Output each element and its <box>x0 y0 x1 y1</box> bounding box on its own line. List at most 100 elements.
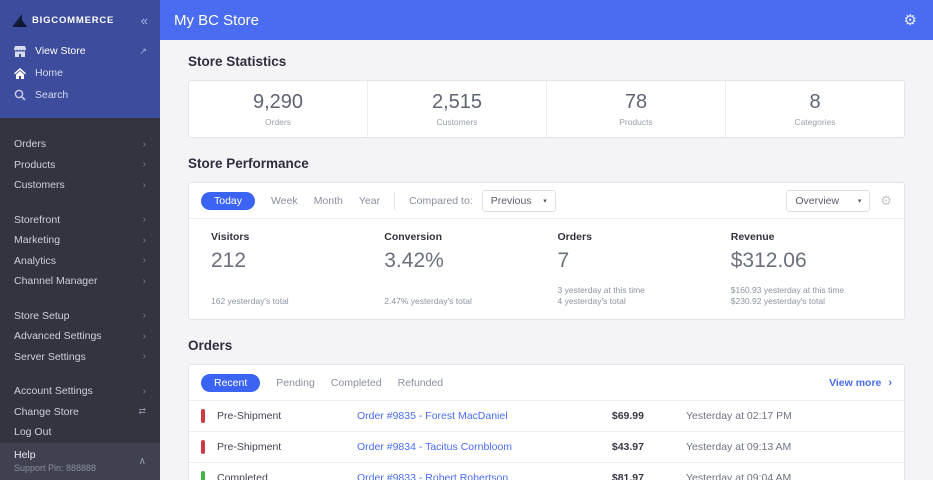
stat-label: Products <box>619 117 653 127</box>
order-link[interactable]: Order #9835 - Forest MacDaniel <box>357 410 582 422</box>
order-time: Yesterday at 09:13 AM <box>686 441 792 453</box>
metric-value: 212 <box>211 249 247 272</box>
order-link[interactable]: Order #9833 - Robert Robertson <box>357 472 582 480</box>
sidebar-item-home[interactable]: Home <box>0 62 160 84</box>
sidebar-item-orders[interactable]: Orders › <box>0 134 160 155</box>
sidebar-item-analytics[interactable]: Analytics › <box>0 251 160 272</box>
order-status: Pre-Shipment <box>217 441 282 453</box>
view-selector[interactable]: Overview ▾ <box>786 189 871 212</box>
store-title: My BC Store <box>174 11 260 29</box>
store-statistics-card: 9,290 Orders 2,515 Customers 78 Products… <box>188 80 905 138</box>
chevron-right-icon: › <box>142 214 146 226</box>
store-performance-title: Store Performance <box>188 156 309 171</box>
tab-year[interactable]: Year <box>359 195 380 207</box>
top-bar: My BC Store ⚙ <box>160 0 933 40</box>
tab-week[interactable]: Week <box>271 195 298 207</box>
metric-visitors: Visitors 212 162 yesterday's total <box>211 231 384 307</box>
sidebar-item-label: Products <box>14 158 56 171</box>
sidebar-item-marketing[interactable]: Marketing › <box>0 230 160 251</box>
chevron-right-icon: › <box>142 255 146 267</box>
chevron-up-icon: ∧ <box>138 455 146 467</box>
sidebar-item-server-settings[interactable]: Server Settings › <box>0 347 160 368</box>
nav-group-account: Account Settings › Change Store ⇄ Log Ou… <box>0 381 160 443</box>
chevron-right-icon: › <box>142 351 146 363</box>
sidebar-item-label: Marketing <box>14 234 61 247</box>
nav-group-commerce: Orders › Products › Customers › <box>0 134 160 196</box>
collapse-sidebar-icon[interactable]: « <box>141 13 148 28</box>
performance-settings-gear-icon[interactable]: ⚙ <box>880 193 892 209</box>
order-row: Pre-Shipment Order #9835 - Forest MacDan… <box>189 401 904 432</box>
status-badge <box>201 471 205 480</box>
tab-month[interactable]: Month <box>314 195 343 207</box>
store-statistics-title: Store Statistics <box>188 54 287 69</box>
chevron-right-icon: › <box>142 159 146 171</box>
stat-label: Orders <box>265 117 291 127</box>
tab-pending[interactable]: Pending <box>276 377 315 389</box>
orders-title: Orders <box>188 338 233 353</box>
sidebar-item-change-store[interactable]: Change Store ⇄ <box>0 402 160 423</box>
chevron-right-icon: › <box>142 234 146 246</box>
stat-value: 9,290 <box>252 91 304 113</box>
sidebar-item-advanced-settings[interactable]: Advanced Settings › <box>0 326 160 347</box>
bigcommerce-logo: BIGCOMMERCE <box>12 13 115 27</box>
status-badge <box>201 440 205 454</box>
sidebar-item-label: Server Settings <box>14 350 86 363</box>
sidebar-item-search[interactable]: Search <box>0 84 160 106</box>
order-price: $43.97 <box>611 441 644 453</box>
order-status: Pre-Shipment <box>217 410 282 422</box>
sidebar-item-label: Storefront <box>14 213 61 226</box>
chevron-right-icon: › <box>142 385 146 397</box>
metric-subtext <box>211 285 384 296</box>
chevron-right-icon: › <box>142 275 146 287</box>
metric-label: Conversion <box>384 231 443 243</box>
search-icon <box>13 89 26 101</box>
orders-card: Recent Pending Completed Refunded View m… <box>188 364 905 480</box>
sidebar-item-label: Home <box>35 67 64 79</box>
sidebar-item-label: View Store <box>35 45 86 57</box>
sidebar-nav: Orders › Products › Customers › Storefro… <box>0 118 160 443</box>
metric-value: 7 <box>557 249 570 272</box>
sidebar-item-view-store[interactable]: View Store ↗ <box>0 40 160 62</box>
order-row: Pre-Shipment Order #9834 - Tacitus Cornb… <box>189 432 904 463</box>
sidebar-item-log-out[interactable]: Log Out <box>0 422 160 443</box>
sidebar-item-products[interactable]: Products › <box>0 155 160 176</box>
sidebar-item-label: Customers <box>14 179 65 192</box>
metric-label: Orders <box>557 231 592 243</box>
tab-today[interactable]: Today <box>201 191 256 210</box>
settings-gear-icon[interactable]: ⚙ <box>904 13 917 28</box>
sidebar-item-label: Log Out <box>14 426 52 439</box>
sidebar: BIGCOMMERCE « View Store ↗ Home Search O… <box>0 0 160 480</box>
logo-text: BIGCOMMERCE <box>32 14 115 26</box>
view-more-link[interactable]: View more › <box>829 377 892 389</box>
swap-icon: ⇄ <box>138 406 146 417</box>
stat-value: 2,515 <box>431 91 483 113</box>
caret-down-icon: ▾ <box>543 197 547 205</box>
performance-toolbar: Today Week Month Year Compared to: Previ… <box>189 183 904 219</box>
tab-completed[interactable]: Completed <box>331 377 382 389</box>
sidebar-item-label: Advanced Settings <box>14 330 102 343</box>
logo-row: BIGCOMMERCE « <box>0 0 160 40</box>
metric-subtext: $160.93 yesterday at this time <box>730 285 845 295</box>
status-badge <box>201 409 205 423</box>
order-link[interactable]: Order #9834 - Tacitus Cornbloom <box>357 441 582 453</box>
tab-recent[interactable]: Recent <box>201 373 261 392</box>
sidebar-item-store-setup[interactable]: Store Setup › <box>0 306 160 327</box>
app-window: BIGCOMMERCE « View Store ↗ Home Search O… <box>0 0 933 480</box>
compared-to-select[interactable]: Previous ▾ <box>481 189 556 212</box>
chevron-right-icon: › <box>142 179 146 191</box>
stat-label: Categories <box>794 117 836 127</box>
sidebar-item-channel-manager[interactable]: Channel Manager › <box>0 271 160 292</box>
sidebar-top-section: BIGCOMMERCE « View Store ↗ Home Search <box>0 0 160 118</box>
support-pin: Support Pin: 888888 <box>14 463 97 473</box>
metric-subtext <box>384 285 557 296</box>
help-bar[interactable]: Help Support Pin: 888888 ∧ <box>0 443 160 480</box>
sidebar-item-label: Change Store <box>14 405 79 418</box>
metric-label: Visitors <box>211 231 250 243</box>
sidebar-item-account-settings[interactable]: Account Settings › <box>0 381 160 402</box>
sidebar-item-storefront[interactable]: Storefront › <box>0 210 160 231</box>
external-link-icon: ↗ <box>139 45 147 56</box>
stat-value: 78 <box>624 91 648 113</box>
metric-subtext: 2.47% yesterday's total <box>384 296 472 306</box>
sidebar-item-customers[interactable]: Customers › <box>0 175 160 196</box>
tab-refunded[interactable]: Refunded <box>398 377 444 389</box>
